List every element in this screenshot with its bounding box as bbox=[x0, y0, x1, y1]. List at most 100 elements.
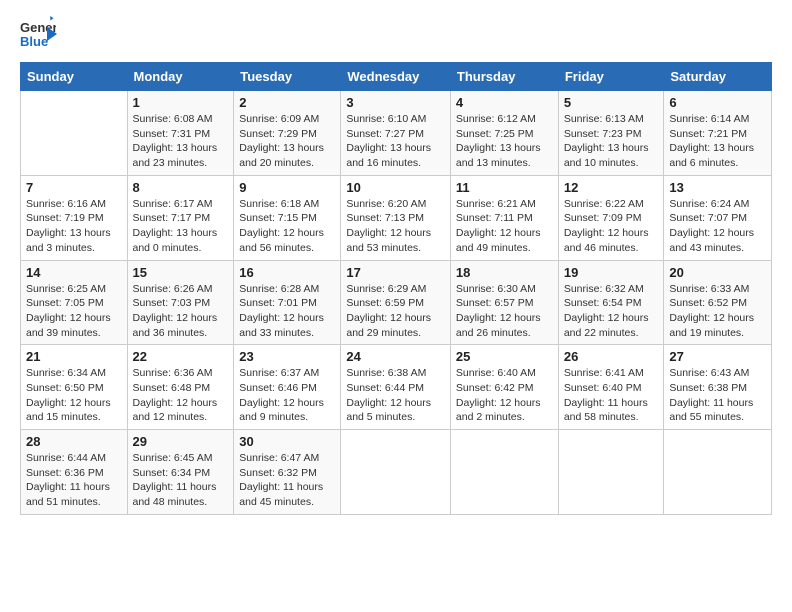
day-number: 8 bbox=[133, 180, 229, 195]
day-cell: 26 Sunrise: 6:41 AM Sunset: 6:40 PM Dayli… bbox=[558, 345, 664, 430]
day-info: Sunrise: 6:18 AM Sunset: 7:15 PM Dayligh… bbox=[239, 197, 335, 256]
day-cell: 11 Sunrise: 6:21 AM Sunset: 7:11 PM Dayli… bbox=[450, 175, 558, 260]
day-number: 14 bbox=[26, 265, 122, 280]
week-row-1: 1 Sunrise: 6:08 AM Sunset: 7:31 PM Daylig… bbox=[21, 91, 772, 176]
day-cell: 2 Sunrise: 6:09 AM Sunset: 7:29 PM Daylig… bbox=[234, 91, 341, 176]
day-number: 21 bbox=[26, 349, 122, 364]
day-cell: 24 Sunrise: 6:38 AM Sunset: 6:44 PM Dayli… bbox=[341, 345, 451, 430]
day-info: Sunrise: 6:09 AM Sunset: 7:29 PM Dayligh… bbox=[239, 112, 335, 171]
day-number: 10 bbox=[346, 180, 445, 195]
logo-arrow-icon bbox=[41, 25, 59, 43]
day-cell: 5 Sunrise: 6:13 AM Sunset: 7:23 PM Daylig… bbox=[558, 91, 664, 176]
day-cell: 8 Sunrise: 6:17 AM Sunset: 7:17 PM Daylig… bbox=[127, 175, 234, 260]
calendar-body: 1 Sunrise: 6:08 AM Sunset: 7:31 PM Daylig… bbox=[21, 91, 772, 515]
day-number: 7 bbox=[26, 180, 122, 195]
day-cell: 7Sunrise: 6:16 AM Sunset: 7:19 PM Daylig… bbox=[21, 175, 128, 260]
day-info: Sunrise: 6:10 AM Sunset: 7:27 PM Dayligh… bbox=[346, 112, 445, 171]
day-info: Sunrise: 6:25 AM Sunset: 7:05 PM Dayligh… bbox=[26, 282, 122, 341]
day-number: 9 bbox=[239, 180, 335, 195]
day-cell: 9 Sunrise: 6:18 AM Sunset: 7:15 PM Daylig… bbox=[234, 175, 341, 260]
day-cell: 15Sunrise: 6:26 AM Sunset: 7:03 PM Dayli… bbox=[127, 260, 234, 345]
day-cell: 29 Sunrise: 6:45 AM Sunset: 6:34 PM Dayli… bbox=[127, 430, 234, 515]
week-row-4: 21 Sunrise: 6:34 AM Sunset: 6:50 PM Dayli… bbox=[21, 345, 772, 430]
day-number: 30 bbox=[239, 434, 335, 449]
day-cell bbox=[450, 430, 558, 515]
day-number: 16 bbox=[239, 265, 335, 280]
day-cell: 3 Sunrise: 6:10 AM Sunset: 7:27 PM Daylig… bbox=[341, 91, 451, 176]
day-info: Sunrise: 6:21 AM Sunset: 7:11 PM Dayligh… bbox=[456, 197, 553, 256]
day-number: 5 bbox=[564, 95, 659, 110]
day-cell: 20 Sunrise: 6:33 AM Sunset: 6:52 PM Dayli… bbox=[664, 260, 772, 345]
day-info: Sunrise: 6:08 AM Sunset: 7:31 PM Dayligh… bbox=[133, 112, 229, 171]
day-number: 17 bbox=[346, 265, 445, 280]
week-row-5: 28Sunrise: 6:44 AM Sunset: 6:36 PM Dayli… bbox=[21, 430, 772, 515]
day-info: Sunrise: 6:28 AM Sunset: 7:01 PM Dayligh… bbox=[239, 282, 335, 341]
day-info: Sunrise: 6:41 AM Sunset: 6:40 PM Dayligh… bbox=[564, 366, 659, 425]
day-info: Sunrise: 6:43 AM Sunset: 6:38 PM Dayligh… bbox=[669, 366, 766, 425]
day-number: 26 bbox=[564, 349, 659, 364]
day-info: Sunrise: 6:40 AM Sunset: 6:42 PM Dayligh… bbox=[456, 366, 553, 425]
day-info: Sunrise: 6:30 AM Sunset: 6:57 PM Dayligh… bbox=[456, 282, 553, 341]
week-row-2: 7Sunrise: 6:16 AM Sunset: 7:19 PM Daylig… bbox=[21, 175, 772, 260]
day-number: 19 bbox=[564, 265, 659, 280]
day-cell: 21 Sunrise: 6:34 AM Sunset: 6:50 PM Dayli… bbox=[21, 345, 128, 430]
day-number: 4 bbox=[456, 95, 553, 110]
header-row: SundayMondayTuesdayWednesdayThursdayFrid… bbox=[21, 63, 772, 91]
day-cell: 6 Sunrise: 6:14 AM Sunset: 7:21 PM Daylig… bbox=[664, 91, 772, 176]
day-cell bbox=[341, 430, 451, 515]
day-cell: 16 Sunrise: 6:28 AM Sunset: 7:01 PM Dayli… bbox=[234, 260, 341, 345]
week-row-3: 14 Sunrise: 6:25 AM Sunset: 7:05 PM Dayli… bbox=[21, 260, 772, 345]
day-info: Sunrise: 6:45 AM Sunset: 6:34 PM Dayligh… bbox=[133, 451, 229, 510]
day-cell: 28Sunrise: 6:44 AM Sunset: 6:36 PM Dayli… bbox=[21, 430, 128, 515]
day-info: Sunrise: 6:47 AM Sunset: 6:32 PM Dayligh… bbox=[239, 451, 335, 510]
day-number: 25 bbox=[456, 349, 553, 364]
day-number: 3 bbox=[346, 95, 445, 110]
day-number: 29 bbox=[133, 434, 229, 449]
day-info: Sunrise: 6:44 AM Sunset: 6:36 PM Dayligh… bbox=[26, 451, 122, 510]
day-cell bbox=[664, 430, 772, 515]
day-cell: 1 Sunrise: 6:08 AM Sunset: 7:31 PM Daylig… bbox=[127, 91, 234, 176]
header-cell-monday: Monday bbox=[127, 63, 234, 91]
calendar-table: SundayMondayTuesdayWednesdayThursdayFrid… bbox=[20, 62, 772, 515]
day-info: Sunrise: 6:34 AM Sunset: 6:50 PM Dayligh… bbox=[26, 366, 122, 425]
day-number: 13 bbox=[669, 180, 766, 195]
day-number: 6 bbox=[669, 95, 766, 110]
header-cell-thursday: Thursday bbox=[450, 63, 558, 91]
day-info: Sunrise: 6:33 AM Sunset: 6:52 PM Dayligh… bbox=[669, 282, 766, 341]
day-cell: 18Sunrise: 6:30 AM Sunset: 6:57 PM Dayli… bbox=[450, 260, 558, 345]
calendar-header: SundayMondayTuesdayWednesdayThursdayFrid… bbox=[21, 63, 772, 91]
header-cell-wednesday: Wednesday bbox=[341, 63, 451, 91]
header-cell-friday: Friday bbox=[558, 63, 664, 91]
header-cell-tuesday: Tuesday bbox=[234, 63, 341, 91]
day-cell: 14 Sunrise: 6:25 AM Sunset: 7:05 PM Dayli… bbox=[21, 260, 128, 345]
day-cell: 12Sunrise: 6:22 AM Sunset: 7:09 PM Dayli… bbox=[558, 175, 664, 260]
day-cell: 19 Sunrise: 6:32 AM Sunset: 6:54 PM Dayli… bbox=[558, 260, 664, 345]
day-number: 23 bbox=[239, 349, 335, 364]
header-cell-sunday: Sunday bbox=[21, 63, 128, 91]
day-cell bbox=[21, 91, 128, 176]
day-cell: 25 Sunrise: 6:40 AM Sunset: 6:42 PM Dayli… bbox=[450, 345, 558, 430]
day-info: Sunrise: 6:37 AM Sunset: 6:46 PM Dayligh… bbox=[239, 366, 335, 425]
day-cell: 30 Sunrise: 6:47 AM Sunset: 6:32 PM Dayli… bbox=[234, 430, 341, 515]
day-info: Sunrise: 6:14 AM Sunset: 7:21 PM Dayligh… bbox=[669, 112, 766, 171]
header: General Blue bbox=[20, 16, 772, 52]
day-number: 22 bbox=[133, 349, 229, 364]
logo: General Blue bbox=[20, 16, 60, 52]
day-info: Sunrise: 6:32 AM Sunset: 6:54 PM Dayligh… bbox=[564, 282, 659, 341]
day-number: 2 bbox=[239, 95, 335, 110]
day-cell: 13 Sunrise: 6:24 AM Sunset: 7:07 PM Dayli… bbox=[664, 175, 772, 260]
day-number: 1 bbox=[133, 95, 229, 110]
day-number: 11 bbox=[456, 180, 553, 195]
day-cell: 4 Sunrise: 6:12 AM Sunset: 7:25 PM Daylig… bbox=[450, 91, 558, 176]
day-cell: 17 Sunrise: 6:29 AM Sunset: 6:59 PM Dayli… bbox=[341, 260, 451, 345]
day-info: Sunrise: 6:22 AM Sunset: 7:09 PM Dayligh… bbox=[564, 197, 659, 256]
day-info: Sunrise: 6:24 AM Sunset: 7:07 PM Dayligh… bbox=[669, 197, 766, 256]
day-number: 24 bbox=[346, 349, 445, 364]
day-info: Sunrise: 6:38 AM Sunset: 6:44 PM Dayligh… bbox=[346, 366, 445, 425]
day-info: Sunrise: 6:29 AM Sunset: 6:59 PM Dayligh… bbox=[346, 282, 445, 341]
day-info: Sunrise: 6:12 AM Sunset: 7:25 PM Dayligh… bbox=[456, 112, 553, 171]
day-info: Sunrise: 6:13 AM Sunset: 7:23 PM Dayligh… bbox=[564, 112, 659, 171]
day-info: Sunrise: 6:17 AM Sunset: 7:17 PM Dayligh… bbox=[133, 197, 229, 256]
day-number: 20 bbox=[669, 265, 766, 280]
header-cell-saturday: Saturday bbox=[664, 63, 772, 91]
